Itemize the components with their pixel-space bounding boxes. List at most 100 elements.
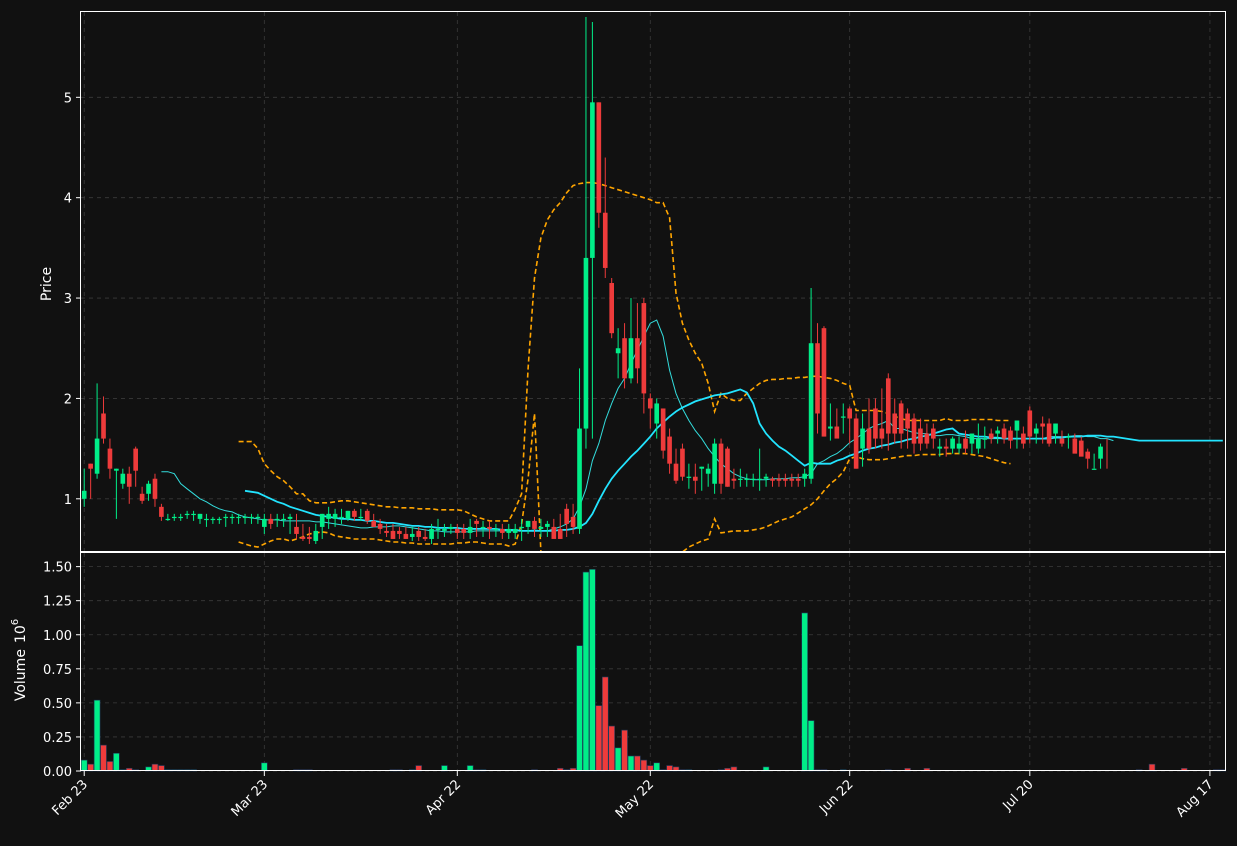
volume-bar <box>106 761 114 772</box>
candle-body <box>339 516 344 519</box>
candle-body <box>860 428 865 449</box>
volume-bar <box>113 752 120 772</box>
candle-body <box>255 516 261 519</box>
volume-axis-label-text: Volume <box>13 649 29 701</box>
candle-body <box>712 443 717 484</box>
candle-body <box>538 526 544 529</box>
candle-body <box>596 102 602 213</box>
candle-body <box>345 510 351 519</box>
candle-body <box>352 510 357 517</box>
candle-body <box>358 516 364 519</box>
candle-body <box>81 490 87 499</box>
candle-body <box>879 428 885 439</box>
candle-body <box>1059 438 1065 444</box>
candle-body <box>422 536 428 539</box>
candle-body <box>976 438 981 449</box>
candle-body <box>268 518 274 524</box>
candle-body <box>236 516 241 519</box>
candle-body <box>512 528 518 533</box>
volume-y-tick-label: 1.25 <box>43 595 72 610</box>
candle-body <box>1008 430 1013 441</box>
candle-body <box>705 468 711 474</box>
candle-body <box>332 513 338 519</box>
volume-y-tick-label: 0.25 <box>43 731 72 746</box>
price-y-tick-label: 5 <box>64 91 72 106</box>
chart: 12345 0.00 0.25 0.50 0.75 1.00 1.25 1.50 Feb 2… <box>0 0 1237 842</box>
candle-body <box>480 526 486 529</box>
candle-body <box>680 448 685 477</box>
volume-bar <box>653 762 660 772</box>
candle-body <box>551 526 557 539</box>
candle-body <box>744 478 750 480</box>
candle-body <box>1040 423 1045 427</box>
candle-body <box>969 433 975 444</box>
chart-svg: 12345 0.000.250.500.751.001.251.50 Feb 2… <box>0 0 1237 842</box>
candle-body <box>249 516 254 519</box>
candle-body <box>397 530 402 534</box>
candle-body <box>1053 423 1058 434</box>
volume-y-tick-label: 1.50 <box>43 561 72 576</box>
candle-body <box>416 530 422 537</box>
candle-body <box>294 526 299 534</box>
candle-body <box>448 526 454 529</box>
candle-body <box>454 528 460 533</box>
candle-body <box>963 438 968 449</box>
candle-body <box>615 348 621 354</box>
volume-bar <box>807 720 815 772</box>
candle-body <box>847 408 853 419</box>
candle-body <box>1091 468 1097 470</box>
candle-body <box>262 518 267 527</box>
candle-body <box>892 413 898 434</box>
candle-body <box>94 438 100 474</box>
price-axis-label: Price <box>39 267 55 301</box>
volume-axis-exponent: 6 <box>10 619 21 625</box>
candle-body <box>461 528 467 533</box>
candle-body <box>1066 436 1071 438</box>
candle-body <box>107 448 113 469</box>
candle-body <box>931 428 936 439</box>
candle-body <box>487 526 492 529</box>
candle-body <box>519 526 524 529</box>
candle-body <box>242 516 248 519</box>
volume-bar <box>87 763 94 772</box>
candle-body <box>1098 446 1103 459</box>
candle-body <box>815 343 820 414</box>
candle-body <box>500 528 505 533</box>
candle-body <box>493 528 499 531</box>
candle-body <box>866 428 872 449</box>
candle-body <box>988 433 994 439</box>
candle-body <box>409 533 415 537</box>
candle-body <box>319 513 325 527</box>
candle-body <box>467 526 473 533</box>
candle-body <box>300 536 306 539</box>
candle-body <box>918 428 923 444</box>
candle-body <box>1085 451 1091 459</box>
candle-body <box>126 473 132 487</box>
volume-bar <box>627 755 635 772</box>
candle-body <box>377 523 383 529</box>
candle-body <box>783 478 788 481</box>
candle-body <box>229 516 235 519</box>
candle-body <box>718 443 724 484</box>
candle-body <box>654 403 660 424</box>
volume-bar <box>93 699 101 772</box>
candle-body <box>557 528 563 539</box>
candle-body <box>950 438 955 449</box>
candle-body <box>216 518 222 521</box>
candle-body <box>738 478 743 480</box>
volume-bar <box>640 759 648 772</box>
volume-bar <box>608 725 615 772</box>
candle-body <box>223 516 229 519</box>
volume-bar <box>582 571 590 772</box>
candle-body <box>622 338 627 379</box>
candle-body <box>911 418 917 444</box>
candle-body <box>956 443 962 449</box>
candle-body <box>590 102 595 258</box>
chart-background <box>0 0 1237 842</box>
volume-bar <box>601 676 609 772</box>
candle-body <box>197 513 203 519</box>
candle-body <box>1021 433 1026 444</box>
candle-body <box>873 408 878 439</box>
candle-body <box>287 516 293 519</box>
candle-body <box>442 528 447 531</box>
